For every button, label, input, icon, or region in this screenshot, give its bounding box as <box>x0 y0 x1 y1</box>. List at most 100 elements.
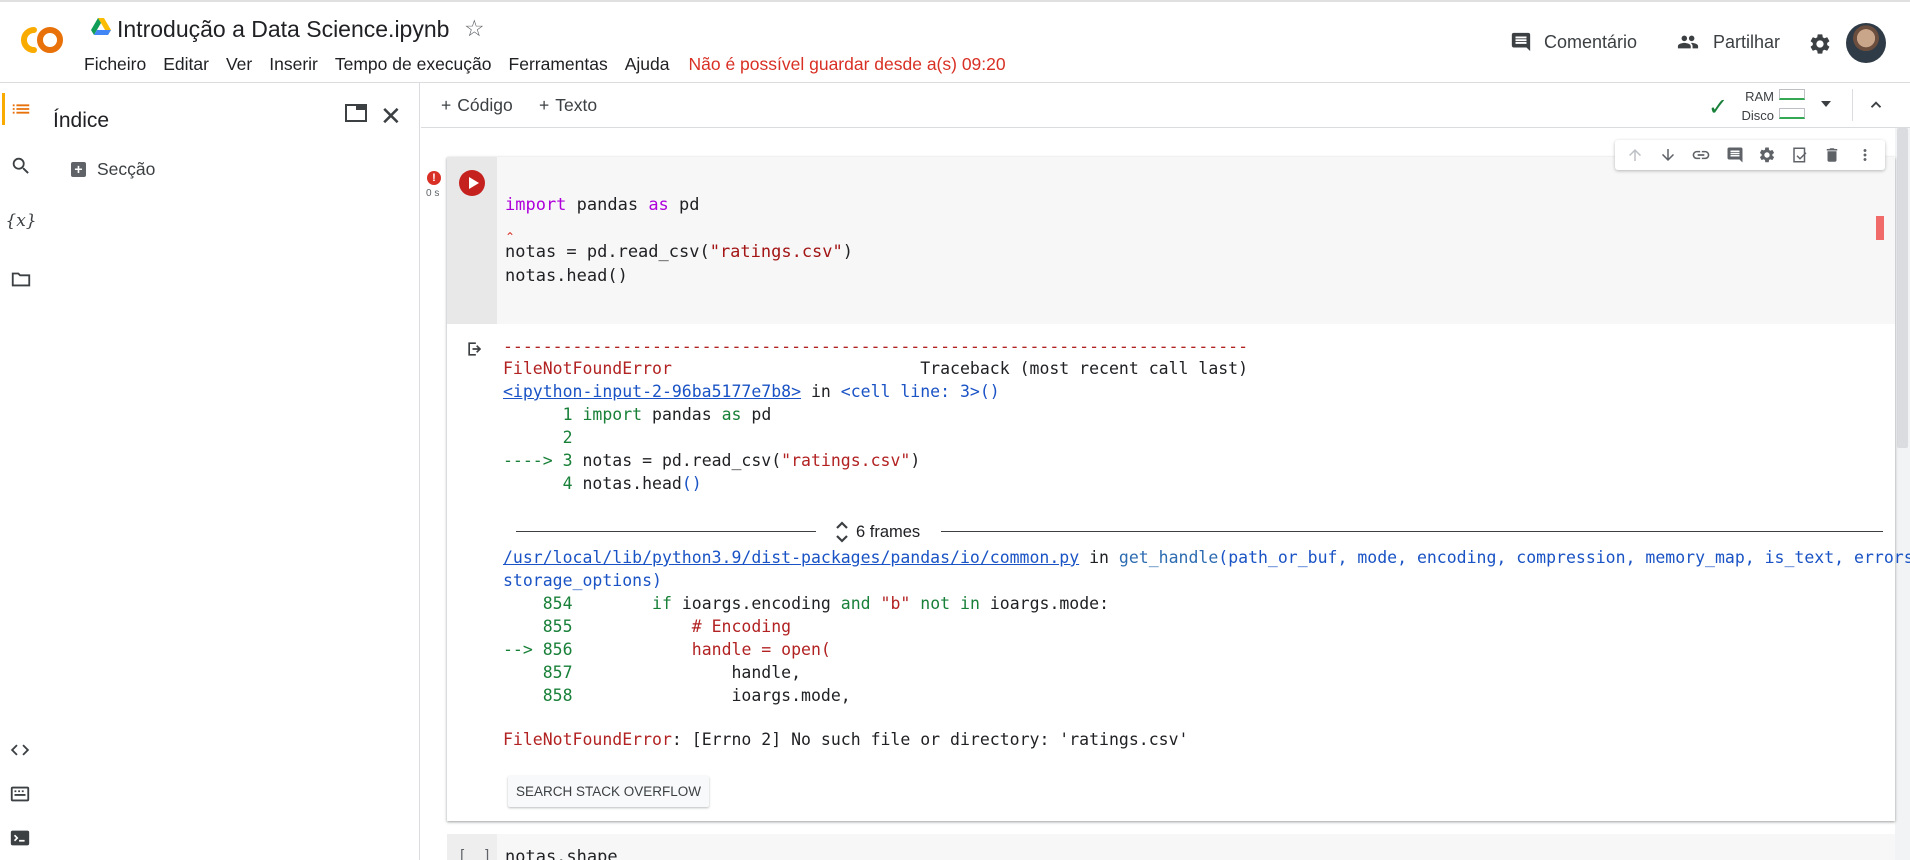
comment-button[interactable]: Comentário <box>1510 31 1637 53</box>
menu-view[interactable]: Ver <box>226 54 252 75</box>
connected-check-icon[interactable]: ✓ <box>1708 93 1728 122</box>
share-button[interactable]: Partilhar <box>1675 31 1780 53</box>
mirror-cell-icon[interactable] <box>1791 146 1809 164</box>
code-text: handle = open( <box>572 640 831 659</box>
plus-icon: + <box>539 95 550 115</box>
code-text: notas.head <box>582 474 682 493</box>
scrollbar-thumb[interactable] <box>1897 128 1908 448</box>
save-warning[interactable]: Não é possível guardar desde a(s) 09:20 <box>688 54 1005 75</box>
chevron-down-icon[interactable] <box>1819 97 1833 116</box>
code-text: ioargs.mode, <box>572 686 851 705</box>
current-line-arrow: --> <box>503 640 533 659</box>
traceback-src-line-current: ----> 3 notas = pd.read_csv("ratings.csv… <box>503 451 920 470</box>
ram-label: RAM <box>1745 89 1774 104</box>
menu-runtime[interactable]: Tempo de execução <box>335 54 492 75</box>
line-number: 855 <box>503 617 573 636</box>
terminal-icon[interactable] <box>9 827 31 854</box>
add-code-label: Código <box>457 95 513 115</box>
output-actions-icon[interactable] <box>465 339 485 364</box>
toc-title: Índice <box>53 109 110 132</box>
add-text-cell-button[interactable]: + Texto <box>539 95 597 116</box>
colab-logo[interactable] <box>13 22 65 58</box>
command-palette-icon[interactable] <box>9 783 31 810</box>
ipython-input-link[interactable]: <ipython-input-2-96ba5177e7b8> <box>503 382 801 401</box>
run-cell-button[interactable]: [ ] <box>458 848 495 860</box>
code-string: "ratings.csv" <box>709 242 843 262</box>
people-icon <box>1677 35 1699 49</box>
arrow-up-icon[interactable] <box>1626 146 1644 164</box>
menu-bar: Ficheiro Editar Ver Inserir Tempo de exe… <box>84 54 1006 75</box>
search-icon[interactable] <box>9 154 33 178</box>
folder-icon[interactable] <box>9 267 33 291</box>
cell-toolbar <box>1615 140 1885 170</box>
share-label: Partilhar <box>1713 31 1781 52</box>
line-number: 858 <box>503 686 573 705</box>
more-vert-icon[interactable] <box>1856 146 1874 164</box>
execution-time: 0 s <box>426 188 440 199</box>
menu-file[interactable]: Ficheiro <box>84 54 146 75</box>
code-comment: # Encoding <box>572 617 792 636</box>
frames-label: 6 frames <box>856 522 921 541</box>
comment-icon[interactable] <box>1726 146 1744 164</box>
add-code-cell-button[interactable]: + Código <box>441 95 513 116</box>
menu-insert[interactable]: Inserir <box>269 54 318 75</box>
frames-divider <box>941 531 1883 532</box>
expand-frames-button[interactable]: 6 frames <box>834 519 920 545</box>
code-cell[interactable] <box>447 834 1895 860</box>
variables-icon[interactable]: {𝑥} <box>5 209 36 233</box>
comment-icon <box>1511 32 1531 52</box>
run-cell-button[interactable] <box>459 170 485 196</box>
toc-add-section-button[interactable]: + Secção <box>71 159 155 180</box>
traceback-src-line: 1 import pandas as pd <box>503 405 772 424</box>
error-status-icon[interactable]: ! <box>427 171 441 185</box>
open-in-window-icon[interactable] <box>344 103 368 128</box>
in-word: in <box>801 382 841 401</box>
delete-icon[interactable] <box>1823 146 1841 164</box>
traceback-title: Traceback (most recent call last) <box>671 359 1249 378</box>
code-keyword: and <box>840 594 871 613</box>
line-number: 854 <box>503 594 573 613</box>
traceback-location: <ipython-input-2-96ba5177e7b8> in <cell … <box>503 382 1000 401</box>
notebook-toolbar: + Código + Texto ✓ RAM Disco <box>421 83 1910 128</box>
cell-line-parens: () <box>979 382 1000 401</box>
code-keyword: if <box>652 594 672 613</box>
code-text: notas = pd.read_csv( <box>582 451 782 470</box>
link-icon[interactable] <box>1691 145 1711 165</box>
code-text: ioargs.encoding <box>671 594 841 613</box>
code-snippets-icon[interactable] <box>9 739 31 766</box>
add-text-label: Texto <box>555 95 598 115</box>
code-keyword: import <box>582 405 643 424</box>
search-stack-overflow-button[interactable]: SEARCH STACK OVERFLOW <box>508 776 710 807</box>
code-text: ) <box>910 451 921 470</box>
notebook-title[interactable]: Introdução a Data Science.ipynb <box>117 16 449 43</box>
code-editor[interactable] <box>497 157 1895 324</box>
close-icon[interactable]: ✕ <box>380 101 402 132</box>
arrow-down-icon[interactable] <box>1659 146 1677 164</box>
google-drive-icon[interactable] <box>91 18 111 36</box>
code-text: notas = pd.read_csv( <box>505 242 710 262</box>
settings-button[interactable] <box>1808 32 1832 56</box>
library-src-line: 858 ioargs.mode, <box>503 686 851 705</box>
traceback-src-line: 2 <box>503 428 573 447</box>
user-avatar[interactable] <box>1846 23 1886 63</box>
code-text: handle, <box>572 663 802 682</box>
toc-icon[interactable] <box>9 97 33 121</box>
resource-labels[interactable]: RAM Disco <box>1736 87 1774 125</box>
menu-tools[interactable]: Ferramentas <box>509 54 608 75</box>
chevron-up-icon[interactable] <box>1867 96 1885 119</box>
side-rail: {𝑥} <box>0 83 44 860</box>
library-file-link[interactable]: /usr/local/lib/python3.9/dist-packages/p… <box>503 548 1079 567</box>
star-icon[interactable]: ☆ <box>464 15 485 42</box>
gear-icon[interactable] <box>1758 146 1776 164</box>
code-line-3: notas = pd.read_csv("ratings.csv") <box>505 242 853 262</box>
library-src-line: 854 if ioargs.encoding and "b" not in io… <box>503 594 1109 613</box>
function-args: (path_or_buf, mode, encoding, compressio… <box>1218 548 1910 567</box>
menu-edit[interactable]: Editar <box>163 54 209 75</box>
menu-help[interactable]: Ajuda <box>625 54 670 75</box>
unfold-icon <box>836 521 848 543</box>
code-text: pd <box>741 405 772 424</box>
code-line-1[interactable]: notas.shape <box>505 847 618 860</box>
